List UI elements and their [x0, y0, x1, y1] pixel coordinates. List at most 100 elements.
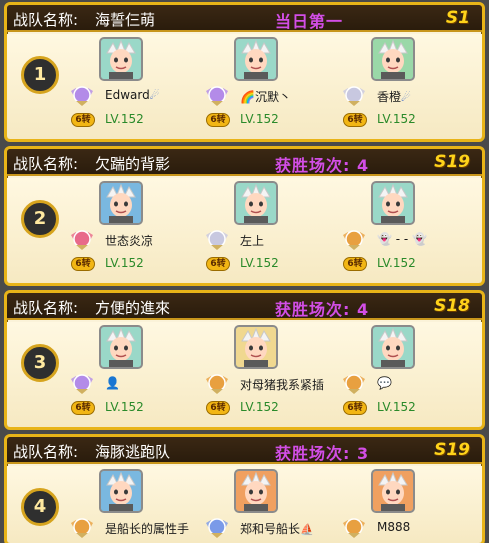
avatar[interactable] [371, 37, 415, 81]
player-name[interactable]: Edward☄ [105, 88, 160, 102]
player-name[interactable]: 🌈沉默丶 [240, 88, 291, 105]
player-level: LV.152 [377, 400, 416, 414]
rebirth-tier-badge: 6转 [71, 113, 95, 127]
rank-emblem-icon [341, 85, 367, 107]
avatar[interactable] [99, 37, 143, 81]
player-name-text: 对母猪我系紧插 [240, 378, 325, 392]
avatar[interactable] [99, 325, 143, 369]
team-result: 获胜场次: 4 [275, 156, 370, 175]
player-level: LV.152 [105, 256, 144, 270]
team-name: 方便的進來 [95, 299, 171, 317]
team-card[interactable]: 战队名称: 方便的進來 获胜场次: 4 S18 3 👤 6转 LV.152 对母猪我系紧插 6转 L… [4, 290, 485, 430]
player-name[interactable]: 👻 - - 👻 [377, 232, 427, 246]
player-name-text: M888 [377, 520, 411, 534]
rebirth-tier-badge: 6转 [206, 113, 230, 127]
player-name[interactable]: 👤 [105, 376, 120, 390]
name-suffix-icon: ⛵ [300, 523, 314, 536]
player-name-text: Edward [105, 88, 150, 102]
team-member[interactable]: 👤 6转 LV.152 [69, 322, 209, 422]
rank-emblem-icon [69, 517, 95, 539]
avatar[interactable] [234, 37, 278, 81]
player-name-text: 郑和号船长 [240, 522, 301, 536]
rebirth-tier-badge: 6转 [343, 113, 367, 127]
player-name[interactable]: 左上 [240, 232, 264, 249]
team-member[interactable]: M888 [341, 466, 481, 543]
team-name-label: 战队名称: [13, 11, 79, 29]
avatar[interactable] [234, 181, 278, 225]
server-tag: S19 [434, 152, 470, 172]
player-name[interactable]: M888 [377, 520, 410, 534]
player-level: LV.152 [240, 112, 279, 126]
avatar[interactable] [99, 469, 143, 513]
player-name-text: 👻 - - 👻 [377, 232, 427, 246]
rank-emblem-icon [69, 373, 95, 395]
rank-emblem-icon [204, 229, 230, 251]
avatar[interactable] [371, 181, 415, 225]
name-suffix-icon: ☄ [149, 89, 160, 102]
player-name[interactable]: 对母猪我系紧插 [240, 376, 324, 393]
rebirth-tier-badge: 6转 [343, 401, 367, 415]
team-result: 当日第一 [275, 12, 344, 31]
team-member[interactable]: 💬 6转 LV.152 [341, 322, 481, 422]
rank-badge: 4 [21, 488, 59, 526]
team-member[interactable]: 郑和号船长⛵ [204, 466, 344, 543]
team-member[interactable]: 左上 6转 LV.152 [204, 178, 344, 278]
avatar[interactable] [99, 181, 143, 225]
server-tag: S1 [445, 8, 470, 28]
server-tag: S19 [434, 440, 470, 460]
team-body: 1 Edward☄ 6转 LV.152 🌈沉默丶 6转 LV.152 香橙☄ 6转 LV.152 [7, 34, 482, 139]
player-name[interactable]: 香橙☄ [377, 88, 411, 105]
name-suffix-icon: ☄ [401, 91, 411, 104]
team-body: 3 👤 6转 LV.152 对母猪我系紧插 6转 LV.152 💬 6转 LV.152 [7, 322, 482, 427]
team-card[interactable]: 战队名称: 欠踹的背影 获胜场次: 4 S19 2 世态炎凉 6转 LV.152 左上 6转 LV.… [4, 146, 485, 286]
avatar[interactable] [371, 325, 415, 369]
player-level: LV.152 [105, 112, 144, 126]
team-name-label: 战队名称: [13, 155, 79, 173]
team-header: 战队名称: 欠踹的背影 获胜场次: 4 S19 [7, 149, 482, 176]
team-card[interactable]: 战队名称: 海豚逃跑队 获胜场次: 3 S19 4 是船长的属性手 郑和号船长⛵ M888 [4, 434, 485, 543]
team-member[interactable]: 香橙☄ 6转 LV.152 [341, 34, 481, 134]
player-name-text: 世态炎凉 [105, 234, 154, 248]
rebirth-tier-badge: 6转 [206, 401, 230, 415]
team-name: 海豚逃跑队 [95, 443, 171, 461]
rebirth-tier-badge: 6转 [343, 257, 367, 271]
player-name[interactable]: 是船长的属性手 [105, 520, 189, 537]
rebirth-tier-badge: 6转 [206, 257, 230, 271]
rank-emblem-icon [341, 229, 367, 251]
team-member[interactable]: 👻 - - 👻 6转 LV.152 [341, 178, 481, 278]
player-level: LV.152 [240, 256, 279, 270]
team-result: 获胜场次: 4 [275, 300, 370, 319]
rank-badge: 2 [21, 200, 59, 238]
team-body: 2 世态炎凉 6转 LV.152 左上 6转 LV.152 👻 - - 👻 6转 LV.152 [7, 178, 482, 283]
rank-emblem-icon [69, 229, 95, 251]
avatar[interactable] [234, 325, 278, 369]
team-member[interactable]: 对母猪我系紧插 6转 LV.152 [204, 322, 344, 422]
player-name[interactable]: 💬 [377, 376, 392, 390]
team-result: 获胜场次: 3 [275, 444, 370, 463]
team-member[interactable]: 是船长的属性手 [69, 466, 209, 543]
player-name-text: 是船长的属性手 [105, 522, 190, 536]
player-name-text: 左上 [240, 234, 265, 248]
player-name-text: 香橙 [377, 90, 402, 104]
player-level: LV.152 [377, 112, 416, 126]
rank-emblem-icon [341, 517, 367, 539]
player-name[interactable]: 世态炎凉 [105, 232, 153, 249]
team-name-label: 战队名称: [13, 299, 79, 317]
team-member[interactable]: 🌈沉默丶 6转 LV.152 [204, 34, 344, 134]
avatar[interactable] [234, 469, 278, 513]
player-level: LV.152 [105, 400, 144, 414]
player-name[interactable]: 郑和号船长⛵ [240, 520, 314, 537]
player-level: LV.152 [377, 256, 416, 270]
avatar[interactable] [371, 469, 415, 513]
team-member[interactable]: Edward☄ 6转 LV.152 [69, 34, 209, 134]
team-name: 欠踹的背影 [95, 155, 171, 173]
rank-badge: 1 [21, 56, 59, 94]
rebirth-tier-badge: 6转 [71, 257, 95, 271]
team-card[interactable]: 战队名称: 海誓仨萌 当日第一 S1 1 Edward☄ 6转 LV.152 🌈沉默丶 6转 LV.… [4, 2, 485, 142]
rank-emblem-icon [341, 373, 367, 395]
team-member[interactable]: 世态炎凉 6转 LV.152 [69, 178, 209, 278]
rank-emblem-icon [204, 517, 230, 539]
team-name: 海誓仨萌 [95, 11, 156, 29]
rank-emblem-icon [204, 373, 230, 395]
player-name-text: 💬 [377, 376, 392, 390]
